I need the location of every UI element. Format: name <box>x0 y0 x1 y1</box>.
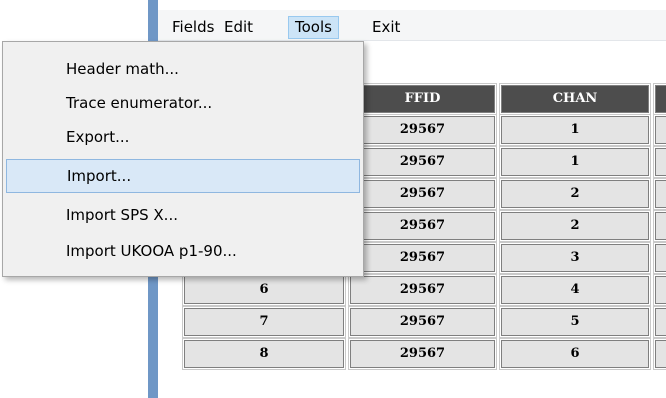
table-cell-chan[interactable]: 2 <box>499 178 651 210</box>
table-cell-chan[interactable]: 4 <box>499 274 651 306</box>
table-cell-index[interactable]: 6 <box>182 274 346 306</box>
table-cell-ffid[interactable]: 29567 <box>348 306 497 338</box>
table-cell-next[interactable] <box>653 210 666 242</box>
table-cell-next[interactable] <box>653 242 666 274</box>
menu-fields[interactable]: Fields <box>166 16 220 39</box>
table-cell-next[interactable] <box>653 178 666 210</box>
table-cell-chan[interactable]: 1 <box>499 114 651 146</box>
table-cell-index[interactable]: 8 <box>182 338 346 370</box>
menu-exit[interactable]: Exit <box>366 16 406 39</box>
menu-item-export[interactable]: Export... <box>6 120 360 154</box>
menu-tools[interactable]: Tools <box>288 16 339 39</box>
table-cell-ffid[interactable]: 29567 <box>348 338 497 370</box>
table-cell-next[interactable] <box>653 306 666 338</box>
menu-item-import[interactable]: Import... <box>6 159 360 193</box>
table-cell-ffid[interactable]: 29567 <box>348 242 497 274</box>
column-header-chan[interactable]: CHAN <box>499 83 651 115</box>
table-cell-next[interactable] <box>653 114 666 146</box>
table-cell-next[interactable] <box>653 146 666 178</box>
table-cell-next[interactable] <box>653 338 666 370</box>
table-cell-ffid[interactable]: 29567 <box>348 210 497 242</box>
table-cell-chan[interactable]: 2 <box>499 210 651 242</box>
column-header-next[interactable] <box>653 83 666 115</box>
table-cell-next[interactable] <box>653 274 666 306</box>
table-cell-chan[interactable]: 1 <box>499 146 651 178</box>
menu-item-import-sps-x[interactable]: Import SPS X... <box>6 198 360 232</box>
table-cell-ffid[interactable]: 29567 <box>348 274 497 306</box>
menu-edit[interactable]: Edit <box>218 16 259 39</box>
menu-item-trace-enumerator[interactable]: Trace enumerator... <box>6 86 360 120</box>
menu-item-header-math[interactable]: Header math... <box>6 52 360 86</box>
menu-bar: Fields Edit Tools Exit <box>158 10 666 41</box>
table-cell-chan[interactable]: 5 <box>499 306 651 338</box>
table-cell-ffid[interactable]: 29567 <box>348 178 497 210</box>
table-cell-index[interactable]: 7 <box>182 306 346 338</box>
column-header-ffid[interactable]: FFID <box>348 83 497 115</box>
table-cell-ffid[interactable]: 29567 <box>348 146 497 178</box>
table-cell-chan[interactable]: 3 <box>499 242 651 274</box>
tools-dropdown-menu: Header math... Trace enumerator... Expor… <box>2 41 364 277</box>
menu-item-import-ukooa[interactable]: Import UKOOA p1-90... <box>6 234 360 268</box>
table-cell-chan[interactable]: 6 <box>499 338 651 370</box>
table-cell-ffid[interactable]: 29567 <box>348 114 497 146</box>
